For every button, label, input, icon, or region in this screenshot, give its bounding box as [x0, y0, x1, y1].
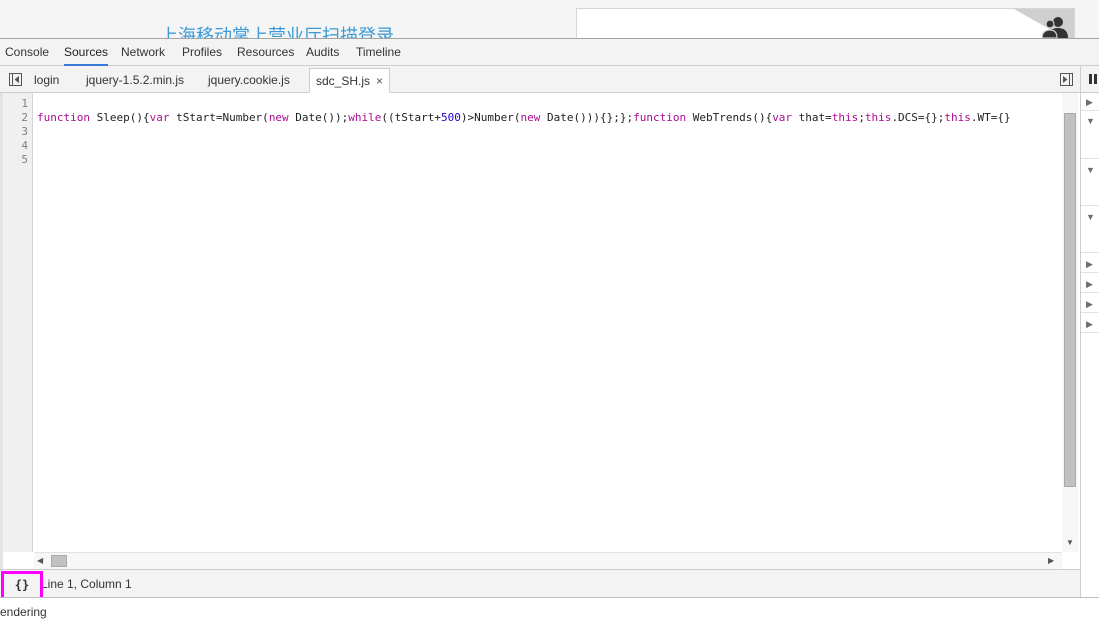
tab-console[interactable]: Console	[5, 39, 49, 66]
code-token: new	[520, 111, 541, 124]
pause-icon[interactable]	[1089, 74, 1098, 84]
code-token: that=	[792, 111, 832, 124]
page-title: 上海移动掌上营业厅扫描登录	[160, 26, 394, 39]
code-token: .DCS={};	[891, 111, 945, 124]
tab-profiles[interactable]: Profiles	[182, 39, 222, 66]
pretty-print-button[interactable]: {}	[1, 571, 43, 600]
code-token: function	[633, 111, 687, 124]
file-tab-label: jquery-1.5.2.min.js	[86, 73, 185, 87]
line-gutter: 1 2 3 4 5	[3, 93, 33, 552]
expand-watch-icon[interactable]: ▶	[1086, 97, 1093, 107]
debugger-toolbar	[1081, 66, 1099, 93]
divider	[1081, 292, 1099, 293]
browser-window: 上海移动掌上营业厅扫描登录 Console Sources Network Pr…	[0, 0, 1099, 628]
code-token: Date())){};};	[540, 111, 634, 124]
code-token: 500	[441, 111, 461, 124]
line-number[interactable]: 5	[21, 153, 28, 166]
expand-workers-icon[interactable]: ▶	[1086, 319, 1093, 329]
code-line-2[interactable]: function Sleep(){var tStart=Number(new D…	[37, 111, 1011, 124]
expand-xhr-breakpoints-icon[interactable]: ▶	[1086, 279, 1093, 289]
code-token: tStart=Number(	[169, 111, 269, 124]
code-token: )>Number(	[460, 111, 521, 124]
file-tab-login[interactable]: login	[28, 68, 65, 93]
users-icon[interactable]	[1042, 15, 1068, 39]
show-navigator-icon[interactable]	[9, 73, 22, 86]
line-number[interactable]: 4	[21, 139, 28, 152]
file-tab-label: sdc_SH.js	[316, 74, 371, 88]
vertical-scrollbar[interactable]: ▼	[1062, 93, 1078, 552]
expand-event-listeners-icon[interactable]: ▶	[1086, 299, 1093, 309]
drawer-text: endering	[0, 605, 47, 619]
code-token: this	[864, 111, 892, 124]
scroll-right-icon[interactable]: ▶	[1048, 556, 1054, 565]
file-tab-sdc-sh[interactable]: sdc_SH.js ×	[309, 68, 391, 93]
expand-dom-breakpoints-icon[interactable]: ▶	[1086, 259, 1093, 269]
divider	[1081, 158, 1099, 159]
collapse-call-stack-icon[interactable]: ▼	[1086, 116, 1095, 126]
code-token: new	[268, 111, 289, 124]
tab-sources[interactable]: Sources	[64, 39, 109, 66]
divider	[1081, 332, 1099, 333]
horizontal-scrollbar[interactable]: ◀ ▶	[34, 552, 1062, 569]
tab-audits[interactable]: Audits	[306, 39, 339, 66]
code-token: ((tStart+	[381, 111, 442, 124]
vertical-scrollbar-thumb[interactable]	[1064, 113, 1076, 487]
line-number[interactable]: 2	[21, 111, 28, 124]
code-editor[interactable]: function Sleep(){var tStart=Number(new D…	[34, 93, 1062, 552]
file-tab-jquery-cookie[interactable]: jquery.cookie.js	[202, 68, 296, 93]
horizontal-scrollbar-thumb[interactable]	[51, 555, 67, 567]
tab-resources[interactable]: Resources	[237, 39, 294, 66]
scroll-down-icon[interactable]: ▼	[1066, 538, 1074, 547]
devtools-toolbar: Console Sources Network Profiles Resourc…	[0, 38, 1099, 66]
close-tab-icon[interactable]: ×	[376, 74, 383, 88]
show-debugger-icon[interactable]	[1060, 73, 1073, 86]
code-token: Sleep(){	[89, 111, 150, 124]
login-panel	[576, 8, 1075, 39]
divider	[1081, 110, 1099, 111]
line-number[interactable]: 3	[21, 125, 28, 138]
sources-status-bar: Line 1, Column 1 {}	[0, 569, 1080, 600]
collapse-breakpoints-icon[interactable]: ▼	[1086, 212, 1095, 222]
scroll-left-icon[interactable]: ◀	[37, 556, 43, 565]
code-token: while	[348, 111, 382, 124]
code-token: this	[831, 111, 859, 124]
page-content: 上海移动掌上营业厅扫描登录	[0, 0, 1099, 39]
divider	[1081, 252, 1099, 253]
collapse-scope-icon[interactable]: ▼	[1086, 165, 1095, 175]
file-tab-label: jquery.cookie.js	[208, 73, 290, 87]
cursor-position: Line 1, Column 1	[41, 577, 132, 591]
divider	[1081, 205, 1099, 206]
code-token: .WT={}	[970, 111, 1011, 124]
file-tab-jquery-min[interactable]: jquery-1.5.2.min.js	[80, 68, 190, 93]
code-token: Date());	[288, 111, 349, 124]
code-token: ;	[858, 111, 865, 124]
tab-network[interactable]: Network	[121, 39, 165, 66]
code-token: function	[37, 111, 90, 124]
divider	[1081, 272, 1099, 273]
source-tabs-bar: login jquery-1.5.2.min.js jquery.cookie.…	[0, 66, 1080, 93]
code-token: var	[772, 111, 793, 124]
code-token: var	[149, 111, 170, 124]
line-number[interactable]: 1	[21, 97, 28, 110]
console-drawer: endering	[0, 597, 1099, 628]
divider	[1081, 312, 1099, 313]
file-tab-label: login	[34, 73, 60, 87]
code-token: WebTrends(){	[686, 111, 773, 124]
debugger-sidebar: ▶ ▼ ▼ ▼ ▶ ▶ ▶ ▶	[1080, 66, 1099, 597]
code-token: this	[944, 111, 971, 124]
tab-timeline[interactable]: Timeline	[356, 39, 401, 66]
